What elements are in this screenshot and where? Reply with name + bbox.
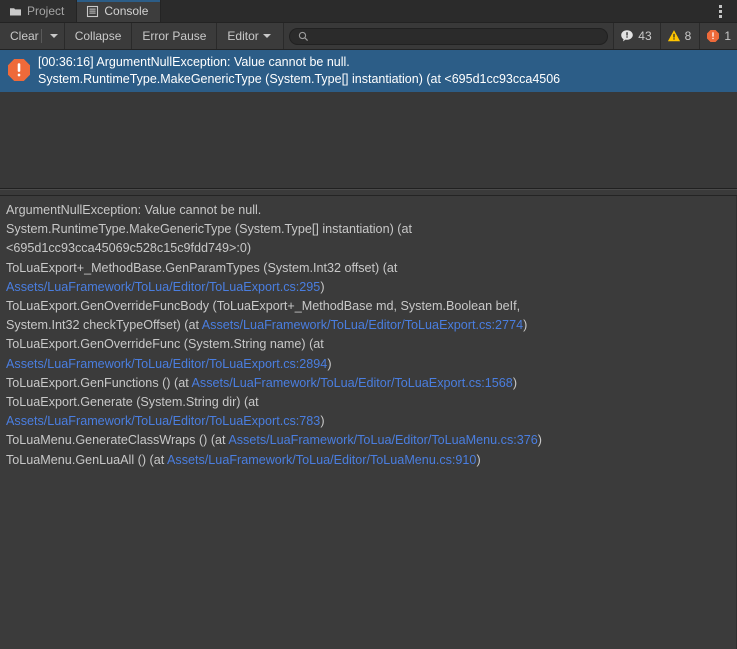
log-entry-text: [00:36:16] ArgumentNullException: Value …	[38, 54, 737, 88]
info-icon	[620, 29, 634, 43]
log-counters: 43 8 1	[614, 23, 737, 49]
pane-splitter[interactable]	[0, 189, 737, 196]
collapse-button-label: Collapse	[74, 29, 122, 43]
log-list[interactable]: [00:36:16] ArgumentNullException: Value …	[0, 50, 737, 189]
search-icon	[298, 31, 309, 42]
clear-button[interactable]: Clear	[0, 23, 65, 49]
stack-trace-segment: ArgumentNullException: Value cannot be n…	[6, 203, 412, 275]
warning-count-value: 8	[684, 29, 692, 43]
stack-trace-text[interactable]: ArgumentNullException: Value cannot be n…	[6, 201, 730, 470]
collapse-button[interactable]: Collapse	[64, 23, 133, 49]
search-field[interactable]	[288, 27, 609, 45]
kebab-menu-icon[interactable]	[711, 0, 729, 22]
log-entry-line-2: System.RuntimeType.MakeGenericType (Syst…	[38, 72, 561, 86]
tab-console-label: Console	[104, 4, 149, 18]
stack-trace-link[interactable]: Assets/LuaFramework/ToLua/Editor/ToLuaEx…	[192, 376, 513, 390]
error-pause-button-label: Error Pause	[142, 29, 207, 43]
error-count-badge[interactable]: 1	[700, 23, 737, 49]
warning-icon	[667, 29, 681, 43]
stack-trace-link[interactable]: Assets/LuaFramework/ToLua/Editor/ToLuaMe…	[167, 453, 476, 467]
console-icon	[86, 5, 99, 18]
chevron-down-icon	[262, 34, 271, 38]
error-pause-button[interactable]: Error Pause	[132, 23, 218, 49]
error-icon	[706, 29, 720, 43]
tab-project-label: Project	[27, 4, 65, 18]
clear-divider	[40, 29, 42, 43]
tab-project[interactable]: Project	[0, 0, 78, 22]
log-count-value: 43	[638, 29, 652, 43]
console-window: Project Console Clear Collapse Error Pau…	[0, 0, 737, 649]
editor-dropdown-button[interactable]: Editor	[217, 23, 284, 49]
editor-dropdown-label: Editor	[227, 29, 259, 43]
tab-console[interactable]: Console	[77, 0, 162, 22]
log-entry-line-1: [00:36:16] ArgumentNullException: Value …	[38, 55, 350, 69]
log-entry-selected[interactable]: [00:36:16] ArgumentNullException: Value …	[0, 50, 737, 92]
chevron-down-icon[interactable]	[49, 34, 58, 38]
folder-icon	[9, 5, 22, 18]
error-icon	[6, 57, 32, 83]
log-count-badge[interactable]: 43	[614, 23, 661, 49]
console-toolbar: Clear Collapse Error Pause Editor 43 8 1	[0, 23, 737, 50]
detail-pane[interactable]: ArgumentNullException: Value cannot be n…	[0, 196, 737, 649]
warning-count-badge[interactable]: 8	[660, 23, 701, 49]
stack-trace-link[interactable]: Assets/LuaFramework/ToLua/Editor/ToLuaEx…	[6, 280, 320, 294]
search-input[interactable]	[312, 30, 600, 42]
stack-trace-link[interactable]: Assets/LuaFramework/ToLua/Editor/ToLuaMe…	[228, 433, 537, 447]
stack-trace-link[interactable]: Assets/LuaFramework/ToLua/Editor/ToLuaEx…	[202, 318, 523, 332]
stack-trace-link[interactable]: Assets/LuaFramework/ToLua/Editor/ToLuaEx…	[6, 357, 327, 371]
tab-bar: Project Console	[0, 0, 737, 23]
search-container	[283, 23, 615, 49]
error-count-value: 1	[724, 29, 731, 43]
clear-button-label: Clear	[10, 29, 39, 43]
stack-trace-link[interactable]: Assets/LuaFramework/ToLua/Editor/ToLuaEx…	[6, 414, 320, 428]
log-list-empty-area[interactable]	[0, 92, 737, 188]
stack-trace-segment: )	[476, 452, 481, 467]
